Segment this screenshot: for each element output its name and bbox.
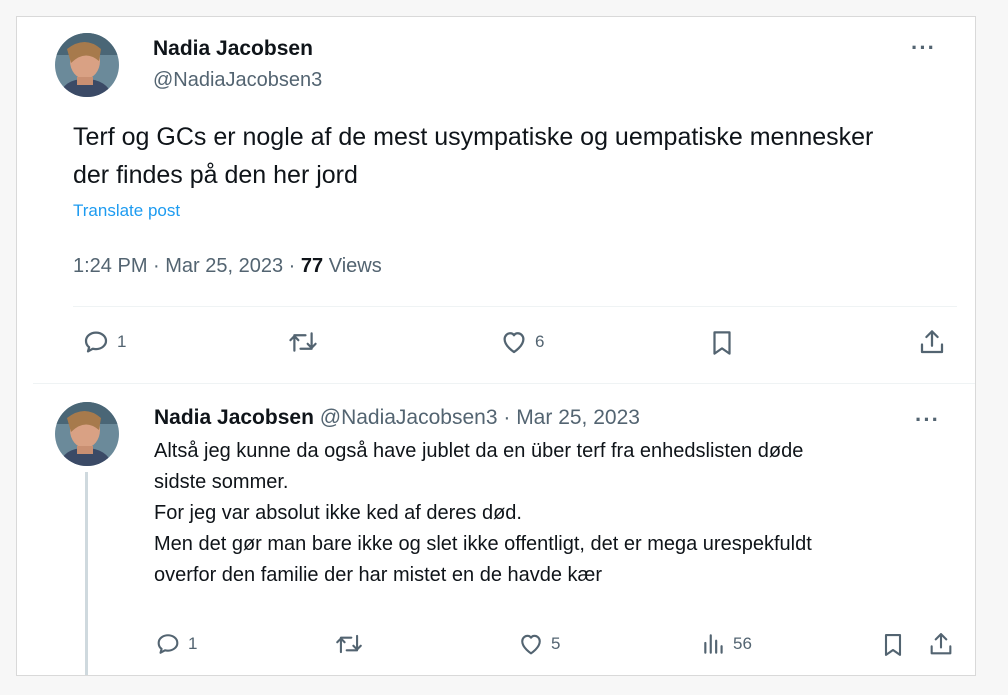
- heart-icon: [503, 332, 525, 354]
- reply-count: 1: [117, 332, 127, 351]
- main-tweet: Nadia Jacobsen @NadiaJacobsen3 ··· Terf …: [33, 17, 975, 383]
- tweet-text: Altså jeg kunne da også have jublet da e…: [154, 436, 954, 591]
- share-icon: [920, 330, 944, 354]
- screenshot-frame: Nadia Jacobsen @NadiaJacobsen3 ··· Terf …: [16, 16, 976, 676]
- like-button[interactable]: 5: [517, 630, 560, 658]
- author-handle[interactable]: @NadiaJacobsen3: [320, 406, 498, 429]
- author-handle[interactable]: @NadiaJacobsen3: [153, 69, 322, 92]
- divider: [73, 306, 957, 307]
- reply-tweet: Nadia Jacobsen @NadiaJacobsen3 · Mar 25,…: [33, 383, 975, 675]
- tweet-text-line: Terf og GCs er nogle af de mest usympati…: [73, 123, 874, 151]
- share-button[interactable]: [927, 630, 955, 658]
- avatar[interactable]: [55, 33, 119, 97]
- retweet-icon: [289, 332, 317, 352]
- tweet-text-line: sidste sommer.: [154, 471, 289, 493]
- bookmark-icon: [713, 331, 731, 355]
- speech-bubble-icon: [84, 331, 108, 353]
- avatar-photo: [55, 402, 119, 466]
- views-count[interactable]: 77: [301, 255, 323, 277]
- meta-separator: ·: [283, 255, 301, 277]
- like-count: 5: [551, 634, 561, 653]
- tweet-text-line: Men det gør man bare ikke og slet ikke o…: [154, 533, 812, 555]
- translate-post-link[interactable]: Translate post: [73, 201, 180, 221]
- bookmark-icon: [884, 634, 902, 656]
- share-icon: [930, 633, 952, 655]
- share-button[interactable]: [917, 327, 947, 357]
- reply-button[interactable]: 1: [154, 630, 197, 658]
- tweet-text: Terf og GCs er nogle af de mest usympati…: [73, 118, 953, 194]
- views-label: Views: [323, 255, 382, 277]
- heart-icon: [521, 634, 541, 655]
- reply-count: 1: [188, 634, 198, 653]
- tweet-meta: 1:24 PM · Mar 25, 2023 · 77 Views: [73, 255, 382, 278]
- bookmark-button[interactable]: [707, 327, 737, 359]
- author-name[interactable]: Nadia Jacobsen: [154, 406, 314, 429]
- author-name[interactable]: Nadia Jacobsen: [153, 37, 313, 61]
- retweet-icon: [336, 634, 362, 654]
- retweet-button[interactable]: [287, 327, 319, 357]
- tweet-date[interactable]: Mar 25, 2023: [516, 406, 640, 429]
- tweet-text-line: overfor den familie der har mistet en de…: [154, 564, 602, 586]
- retweet-button[interactable]: [334, 630, 364, 658]
- tweet-text-line: der findes på den her jord: [73, 161, 358, 189]
- speech-bubble-icon: [157, 634, 179, 654]
- views-count: 56: [733, 634, 752, 653]
- tweet-text-line: Altså jeg kunne da også have jublet da e…: [154, 440, 804, 462]
- avatar[interactable]: [55, 402, 119, 466]
- like-button[interactable]: 6: [499, 327, 544, 357]
- reply-header: Nadia Jacobsen @NadiaJacobsen3 · Mar 25,…: [154, 406, 640, 430]
- meta-separator: ·: [147, 255, 166, 277]
- avatar-photo: [55, 33, 119, 97]
- thread-line: [85, 472, 88, 675]
- reply-button[interactable]: 1: [81, 327, 126, 357]
- tweet-text-line: For jeg var absolut ikke ked af deres dø…: [154, 502, 522, 524]
- like-count: 6: [535, 332, 545, 351]
- bookmark-button[interactable]: [879, 630, 907, 660]
- tweet-time[interactable]: 1:24 PM: [73, 255, 147, 277]
- bar-chart-icon: [704, 634, 723, 654]
- tweet-date[interactable]: Mar 25, 2023: [165, 255, 283, 277]
- views-button[interactable]: 56: [701, 630, 752, 658]
- more-options-button[interactable]: ···: [911, 37, 936, 59]
- meta-separator: ·: [497, 406, 517, 429]
- more-options-button[interactable]: ···: [915, 409, 940, 431]
